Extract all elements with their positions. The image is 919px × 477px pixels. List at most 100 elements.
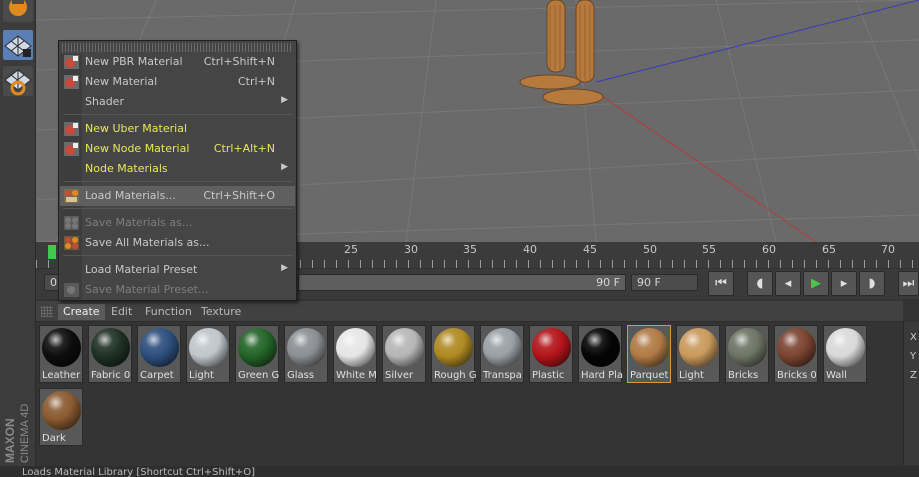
menu-item-label: New PBR Material [85, 55, 183, 68]
menu-item-new-pbr-material[interactable]: New PBR Material Ctrl+Shift+N [60, 52, 295, 72]
menu-item-label: Save Materials as... [85, 216, 193, 229]
material-swatch[interactable]: Leather [39, 325, 83, 383]
floor-grid-cycle-button[interactable] [3, 66, 33, 96]
status-bar: Loads Material Library [Shortcut Ctrl+Sh… [0, 466, 919, 477]
material-swatch[interactable]: Light [676, 325, 720, 383]
previous-key-button[interactable]: ◖ [747, 271, 773, 296]
material-preview-sphere [679, 328, 718, 367]
menu-item-save-all-materials-as[interactable]: Save All Materials as... [60, 233, 295, 253]
menu-separator [63, 255, 293, 256]
menu-item-load-material-preset[interactable]: Load Material Preset ▶ [60, 260, 295, 280]
material-label: Bricks 0 [777, 370, 817, 381]
logo-brand-text: MAXON [3, 418, 17, 463]
save-preset-icon [64, 283, 79, 297]
material-preview-sphere [777, 328, 816, 367]
menu-tearoff-grip[interactable] [62, 43, 293, 52]
material-preview-sphere [826, 328, 865, 367]
grid-cycle-icon [4, 69, 32, 96]
material-preview-sphere [238, 328, 277, 367]
material-swatch[interactable]: Hard Pla [578, 325, 623, 383]
go-to-end-button[interactable]: ⏭ [898, 271, 919, 296]
menu-item-load-materials[interactable]: Load Materials... Ctrl+Shift+O [60, 186, 295, 206]
tick-label: 60 [762, 243, 776, 256]
next-key-button[interactable]: ◗ [859, 271, 885, 296]
menu-item-shortcut: Ctrl+Shift+N [203, 55, 275, 68]
material-swatch[interactable]: Bricks [725, 325, 769, 383]
material-label: Glass [287, 370, 315, 381]
left-toolbar: MAXON CINEMA 4D [0, 0, 36, 477]
menu-item-save-material-preset[interactable]: Save Material Preset... [60, 280, 295, 300]
preview-range-slider[interactable]: 90 F [298, 274, 626, 291]
material-swatch[interactable]: Bricks 0 [774, 325, 818, 383]
menu-item-save-materials-as[interactable]: Save Materials as... [60, 213, 295, 233]
axis-y-label: Y [910, 351, 917, 362]
material-swatch[interactable]: Dark [39, 388, 83, 446]
next-frame-button[interactable]: ▸ [831, 271, 857, 296]
magnet-tool-button[interactable] [3, 0, 33, 22]
floor-grid-tool-button[interactable] [3, 30, 33, 60]
load-materials-icon [64, 189, 79, 203]
menu-item-label: Save All Materials as... [85, 236, 210, 249]
material-swatch[interactable]: Fabric 0 [88, 325, 132, 383]
new-material-icon [64, 75, 79, 89]
menu-item-new-node-material[interactable]: New Node Material Ctrl+Alt+N [60, 139, 295, 159]
material-swatch[interactable]: Rough G [431, 325, 476, 383]
end-frame-field[interactable]: 90 F [631, 274, 698, 291]
menu-item-label: Load Materials... [85, 189, 176, 202]
axis-z-label: Z [910, 370, 917, 381]
previous-frame-button[interactable]: ◂ [775, 271, 801, 296]
material-label: Plastic [532, 370, 565, 381]
material-swatch[interactable]: Transpa [480, 325, 524, 383]
go-to-start-button[interactable]: ⏮ [708, 271, 734, 296]
material-swatch[interactable]: White M [333, 325, 377, 383]
panel-grip[interactable] [41, 306, 53, 317]
tick-label: 45 [583, 243, 597, 256]
material-label: Hard Pla [581, 370, 623, 381]
menu-item-shader[interactable]: Shader ▶ [60, 92, 295, 112]
material-swatch[interactable]: Green G [235, 325, 279, 383]
tick-label: 55 [702, 243, 716, 256]
play-button[interactable]: ▶ [803, 271, 829, 296]
material-manager: Leather Fabric 0 Carpet Light Green G Glass Wh… [36, 322, 903, 465]
tab-texture[interactable]: Texture [196, 304, 246, 320]
logo-product-text: CINEMA 4D [19, 404, 31, 463]
tab-function[interactable]: Function [140, 304, 197, 320]
menu-item-label: Node Materials [85, 162, 168, 175]
tab-edit[interactable]: Edit [106, 304, 137, 320]
material-swatch[interactable]: Parquet [627, 325, 671, 383]
material-swatch[interactable]: Wall [823, 325, 867, 383]
go-to-end-icon: ⏭ [902, 276, 915, 291]
tick-label: 35 [463, 243, 477, 256]
material-swatch[interactable]: Light [186, 325, 230, 383]
material-preview-sphere [189, 328, 228, 367]
menu-item-shortcut: Ctrl+Shift+O [203, 189, 275, 202]
menu-item-shortcut: Ctrl+N [237, 75, 275, 88]
menu-item-new-material[interactable]: New Material Ctrl+N [60, 72, 295, 92]
material-label: Carpet [140, 370, 174, 381]
material-preview-sphere [287, 328, 326, 367]
menu-separator [63, 181, 293, 182]
menu-item-label: New Material [85, 75, 158, 88]
menu-item-node-materials[interactable]: Node Materials ▶ [60, 159, 295, 179]
material-swatch[interactable]: Carpet [137, 325, 181, 383]
menu-item-shortcut: Ctrl+Alt+N [213, 142, 275, 155]
next-frame-icon: ▸ [840, 276, 848, 291]
material-preview-sphere [140, 328, 179, 367]
material-preview-sphere [483, 328, 522, 367]
material-label: Transpa [483, 370, 522, 381]
create-context-menu: New PBR Material Ctrl+Shift+N New Materi… [58, 40, 297, 301]
material-label: Wall [826, 370, 847, 381]
menu-item-label: Load Material Preset [85, 263, 198, 276]
current-frame-marker[interactable] [48, 245, 56, 259]
material-swatch[interactable]: Plastic [529, 325, 573, 383]
material-swatch[interactable]: Silver [382, 325, 426, 383]
material-label: White M [336, 370, 377, 381]
menu-item-label: New Node Material [85, 142, 190, 155]
new-material-icon [64, 55, 79, 69]
material-label: Light [189, 370, 214, 381]
material-manager-menubar: Create Edit Function Texture [36, 301, 903, 322]
material-swatch[interactable]: Glass [284, 325, 328, 383]
tab-create[interactable]: Create [58, 304, 105, 320]
tick-label: 65 [822, 243, 836, 256]
menu-item-new-uber-material[interactable]: New Uber Material [60, 119, 295, 139]
